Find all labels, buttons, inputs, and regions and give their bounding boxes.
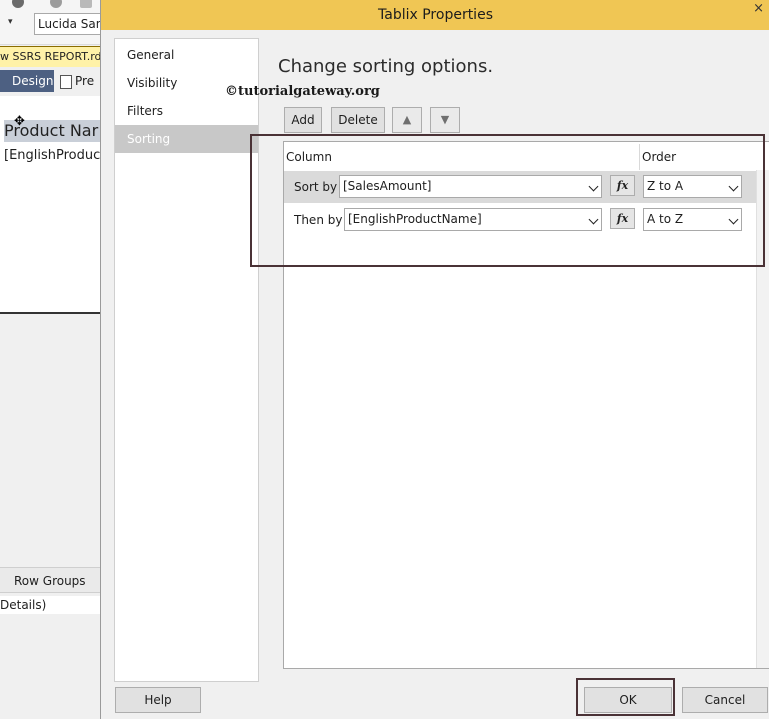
preview-icon [60,74,72,89]
chevron-down-icon [588,214,599,225]
sort-row-label: Then by [294,213,343,227]
sort-order-combo[interactable]: Z to A [643,175,742,198]
report-canvas[interactable]: Product Nar ✥ [EnglishProduc [0,96,100,314]
cancel-button[interactable]: Cancel [682,687,768,713]
details-group[interactable]: Details) [0,596,100,614]
move-up-icon[interactable]: ▲ [392,107,422,133]
page-heading: Change sorting options. [278,56,494,77]
dropdown-arrow-icon[interactable]: ▾ [8,17,13,27]
delete-button[interactable]: Delete [331,107,385,133]
bg-toolbar: ▾ Lucida Sans [0,0,100,45]
move-handle-icon[interactable]: ✥ [14,115,26,128]
row-groups-pane-header: Row Groups [0,567,100,593]
ok-button[interactable]: OK [584,687,672,713]
help-button[interactable]: Help [115,687,201,713]
chevron-down-icon [588,181,599,192]
dialog-title: Tablix Properties [378,7,493,23]
add-button[interactable]: Add [284,107,322,133]
nav-item-general[interactable]: General [115,41,258,69]
sort-column-combo[interactable]: [EnglishProductName] [344,208,602,231]
sort-row[interactable]: Sort by [SalesAmount] fx Z to A [284,171,756,203]
sort-column-value: [EnglishProductName] [348,212,482,226]
font-family-combo[interactable]: Lucida Sans [34,13,100,35]
preview-tab[interactable]: Pre [60,70,100,92]
sort-column-value: [SalesAmount] [343,179,432,193]
nav-item-filters[interactable]: Filters [115,97,258,125]
bg-toolbar-icon[interactable] [80,0,92,8]
chevron-down-icon [728,214,739,225]
bg-toolbar-icon[interactable] [50,0,62,8]
sort-column-combo[interactable]: [SalesAmount] [339,175,602,198]
move-down-icon[interactable]: ▼ [430,107,460,133]
table-detail-cell[interactable]: [EnglishProduc [4,146,100,166]
sort-row-label: Sort by [294,180,338,194]
nav-item-sorting[interactable]: Sorting [115,125,258,153]
sorting-grid: Column Order Sort by [SalesAmount] fx Z … [283,141,769,669]
properties-nav: General Visibility Filters Sorting [114,38,259,682]
sort-order-value: Z to A [647,179,684,193]
fx-expression-icon[interactable]: fx [610,208,635,229]
watermark: ©tutorialgateway.org [225,84,380,99]
fx-expression-icon[interactable]: fx [610,175,635,196]
sort-row[interactable]: Then by [EnglishProductName] fx A to Z [284,204,756,236]
sort-order-value: A to Z [647,212,684,226]
bg-toolbar-icon[interactable] [12,0,24,8]
order-header: Order [642,150,677,164]
document-tab[interactable]: w SSRS REPORT.rdl [0,46,100,67]
background-report-designer: ▾ Lucida Sans w SSRS REPORT.rdl Design P… [0,0,100,719]
close-icon[interactable]: × [753,0,764,18]
grid-scrollbar[interactable] [756,170,769,668]
tablix-properties-dialog: Tablix Properties × General Visibility F… [100,0,769,719]
sort-order-combo[interactable]: A to Z [643,208,742,231]
preview-tab-label: Pre [75,74,95,88]
design-tab[interactable]: Design [0,70,54,92]
header-divider [639,144,640,170]
dialog-titlebar[interactable]: Tablix Properties × [101,0,769,30]
chevron-down-icon [728,181,739,192]
column-header: Column [286,150,332,164]
